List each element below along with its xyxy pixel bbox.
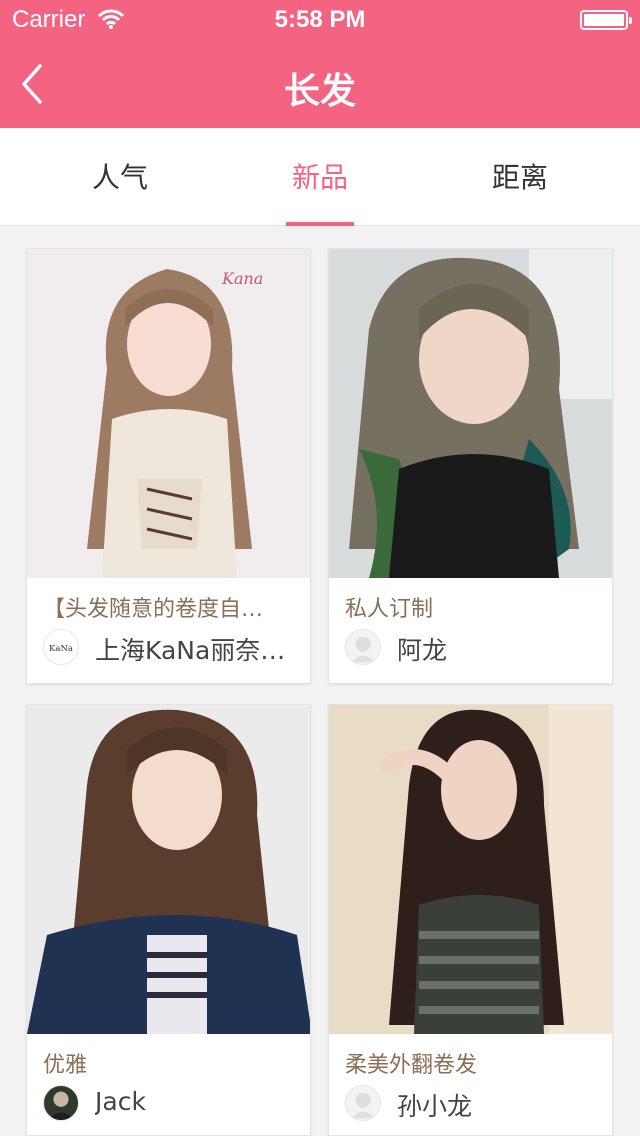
author-name: 孙小龙 <box>397 1092 473 1121</box>
hairstyle-photo <box>329 705 612 1034</box>
card-title: 私人订制 <box>345 597 434 622</box>
hairstyle-card[interactable]: 优雅 Jack <box>26 704 311 1136</box>
avatar: KaNa <box>43 629 79 665</box>
tab-bar: 人气 新品 距离 <box>0 128 640 226</box>
author-name: Jack <box>95 1087 146 1116</box>
avatar <box>345 1085 381 1121</box>
default-avatar-icon <box>351 1092 375 1119</box>
tab-new[interactable]: 新品 <box>220 128 420 226</box>
card-title: 柔美外翻卷发 <box>345 1053 478 1078</box>
nav-header: Carrier 5:58 PM 长发 <box>0 0 640 128</box>
user-photo-avatar <box>47 1091 75 1120</box>
author-name: 阿龙 <box>397 636 448 665</box>
tab-distance[interactable]: 距离 <box>420 128 620 226</box>
page-title: 长发 <box>283 71 356 112</box>
default-avatar-icon <box>351 636 375 663</box>
avatar-logo-text: KaNa <box>49 644 73 654</box>
hairstyle-card[interactable]: 柔美外翻卷发 孙小龙 <box>328 704 613 1136</box>
card-title: 优雅 <box>43 1053 88 1078</box>
status-bar: Carrier 5:58 PM <box>0 0 640 40</box>
active-tab-indicator <box>286 222 354 226</box>
photo-watermark: Kana <box>221 269 263 288</box>
hairstyle-photo <box>329 249 612 578</box>
tab-popular[interactable]: 人气 <box>20 128 220 226</box>
avatar <box>43 1085 79 1121</box>
card-title: 【头发随意的卷度自… <box>43 597 264 622</box>
author-name: 上海KaNa丽奈… <box>95 636 286 665</box>
hairstyle-photo: Kana <box>27 249 310 578</box>
avatar <box>345 629 381 665</box>
status-time: 5:58 PM <box>274 6 366 33</box>
hairstyle-photo <box>27 705 310 1034</box>
battery-icon <box>580 10 632 30</box>
hairstyle-card[interactable]: Kana 【头发随意的卷度自… KaNa 上海KaNa丽奈… <box>26 248 311 684</box>
hairstyle-card[interactable]: 私人订制 阿龙 <box>328 248 613 684</box>
